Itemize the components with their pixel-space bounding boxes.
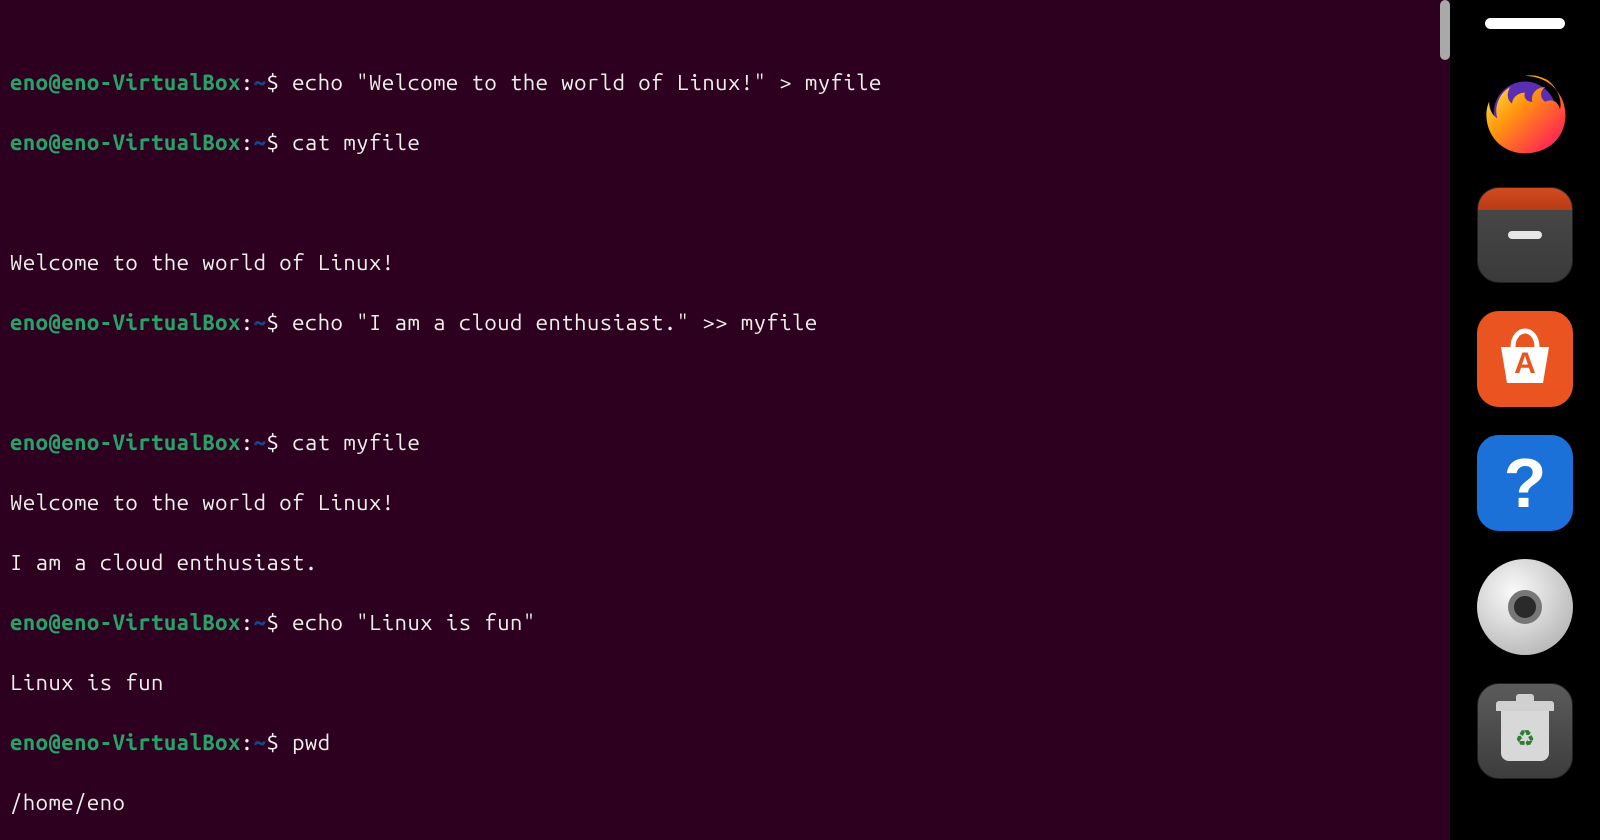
terminal-line: eno@eno-VirtualBox:~$ echo "I am a cloud… xyxy=(10,308,1440,338)
svg-text:A: A xyxy=(1514,347,1536,380)
dock: A ? ♻ xyxy=(1450,0,1600,840)
terminal-line: eno@eno-VirtualBox:~$ echo "Welcome to t… xyxy=(10,68,1440,98)
prompt-user: eno xyxy=(10,70,48,95)
help-icon[interactable]: ? xyxy=(1477,435,1573,531)
command-text: echo "Welcome to the world of Linux!" > … xyxy=(292,70,882,95)
scrollbar-thumb[interactable] xyxy=(1440,0,1450,60)
ubuntu-software-icon[interactable]: A xyxy=(1477,311,1573,407)
terminal-output: /home/eno xyxy=(10,788,1440,818)
terminal-line: eno@eno-VirtualBox:~$ pwd xyxy=(10,728,1440,758)
terminal-output: Welcome to the world of Linux! xyxy=(10,488,1440,518)
terminal-output: Welcome to the world of Linux! xyxy=(10,248,1440,278)
files-icon[interactable] xyxy=(1477,187,1573,283)
dock-handle xyxy=(1485,18,1565,29)
terminal-line: eno@eno-VirtualBox:~$ echo "Linux is fun… xyxy=(10,608,1440,638)
terminal-blank-line xyxy=(10,188,1440,218)
disc-icon[interactable] xyxy=(1477,559,1573,655)
terminal-output: I am a cloud enthusiast. xyxy=(10,548,1440,578)
terminal-line: eno@eno-VirtualBox:~$ cat myfile xyxy=(10,428,1440,458)
terminal-line: eno@eno-VirtualBox:~$ cat myfile xyxy=(10,128,1440,158)
firefox-icon[interactable] xyxy=(1477,63,1573,159)
trash-icon[interactable]: ♻ xyxy=(1477,683,1573,779)
terminal-blank-line xyxy=(10,368,1440,398)
prompt-path: ~ xyxy=(254,70,267,95)
prompt-host: eno-VirtualBox xyxy=(61,70,240,95)
terminal[interactable]: eno@eno-VirtualBox:~$ echo "Welcome to t… xyxy=(0,0,1450,840)
terminal-output: Linux is fun xyxy=(10,668,1440,698)
